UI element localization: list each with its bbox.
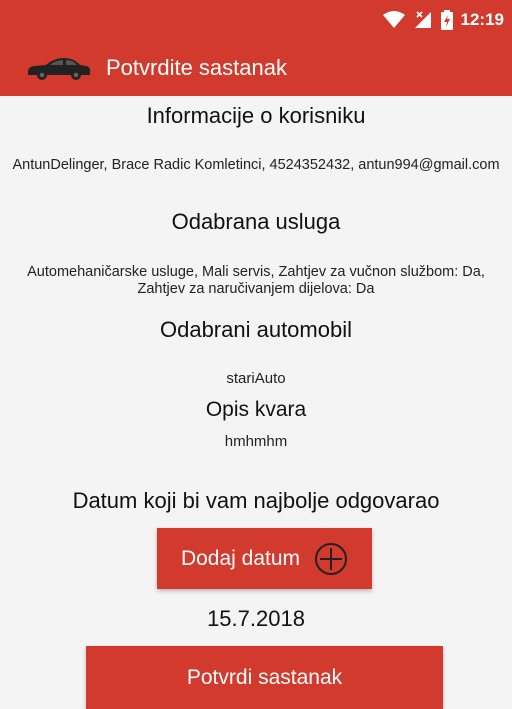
car-icon [26, 55, 92, 81]
date-heading: Datum koji bi vam najbolje odgovarao [72, 488, 440, 513]
confirm-appointment-button-label: Potvrdi sastanak [186, 665, 343, 689]
status-bar: 12:19 [0, 0, 512, 40]
app-bar: Potvrdite sastanak [0, 40, 512, 96]
fault-heading: Opis kvara [205, 398, 307, 421]
confirm-appointment-button[interactable]: Potvrdi sastanak [86, 646, 443, 709]
fault-value: hmhmhm [224, 433, 288, 450]
car-value: stariAuto [226, 370, 286, 387]
status-time: 12:19 [460, 10, 504, 29]
app-title: Potvrdite sastanak [106, 55, 287, 80]
car-heading: Odabrani automobil [159, 317, 352, 342]
service-text: Automehaničarske usluge, Mali servis, Za… [27, 264, 485, 297]
wifi-icon [382, 11, 405, 29]
battery-charging-icon [440, 10, 453, 30]
add-date-button-label: Dodaj datum [180, 546, 301, 570]
user-info-heading: Informacije o korisniku [146, 103, 366, 128]
screen: 12:19 Potvrdite sastanak Informacije o k… [0, 0, 512, 709]
service-heading: Odabrana usluga [171, 209, 341, 234]
plus-circle-icon [314, 542, 348, 576]
add-date-button[interactable]: Dodaj datum [157, 528, 372, 589]
user-info-text: AntunDelinger, Brace Radic Komletinci, 4… [12, 157, 500, 173]
selected-date: 15.7.2018 [207, 606, 305, 631]
cellular-signal-icon [413, 11, 433, 29]
